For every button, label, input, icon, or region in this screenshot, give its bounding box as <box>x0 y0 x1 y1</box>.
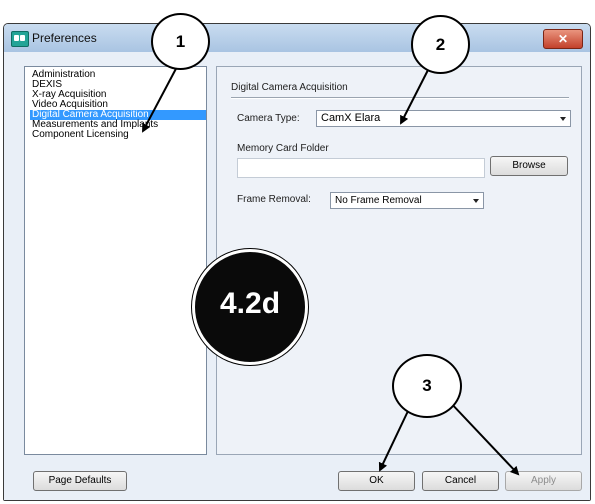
frame-removal-dropdown[interactable]: No Frame Removal <box>330 192 484 209</box>
window-title: Preferences <box>32 31 97 45</box>
sidebar-item-component-licensing[interactable]: Component Licensing <box>31 130 206 140</box>
frame-removal-value: No Frame Removal <box>335 195 422 206</box>
preferences-window: Preferences ✕ Administration DEXIS X-ray… <box>3 23 591 501</box>
browse-button[interactable]: Browse <box>490 156 568 176</box>
section-badge: 4.2d <box>192 249 308 365</box>
camera-type-label: Camera Type: <box>237 113 300 124</box>
cancel-button[interactable]: Cancel <box>422 471 499 491</box>
app-icon <box>11 31 29 47</box>
apply-button[interactable]: Apply <box>505 471 582 491</box>
page-defaults-button[interactable]: Page Defaults <box>33 471 127 491</box>
chevron-down-icon <box>560 117 566 121</box>
close-icon: ✕ <box>557 32 569 46</box>
preferences-category-list[interactable]: Administration DEXIS X-ray Acquisition V… <box>24 66 207 455</box>
memory-card-folder-label: Memory Card Folder <box>237 143 329 154</box>
close-button[interactable]: ✕ <box>543 29 583 49</box>
panel-divider <box>231 97 569 99</box>
ok-button[interactable]: OK <box>338 471 415 491</box>
frame-removal-label: Frame Removal: <box>237 194 311 205</box>
title-bar: Preferences ✕ <box>4 24 590 53</box>
chevron-down-icon <box>473 199 479 203</box>
callout-1: 1 <box>151 13 210 70</box>
memory-card-folder-input[interactable] <box>237 158 485 178</box>
callout-2: 2 <box>411 15 470 74</box>
camera-type-value: CamX Elara <box>321 112 381 124</box>
camera-type-dropdown[interactable]: CamX Elara <box>316 110 571 127</box>
panel-title: Digital Camera Acquisition <box>231 82 348 93</box>
callout-3: 3 <box>392 354 462 418</box>
